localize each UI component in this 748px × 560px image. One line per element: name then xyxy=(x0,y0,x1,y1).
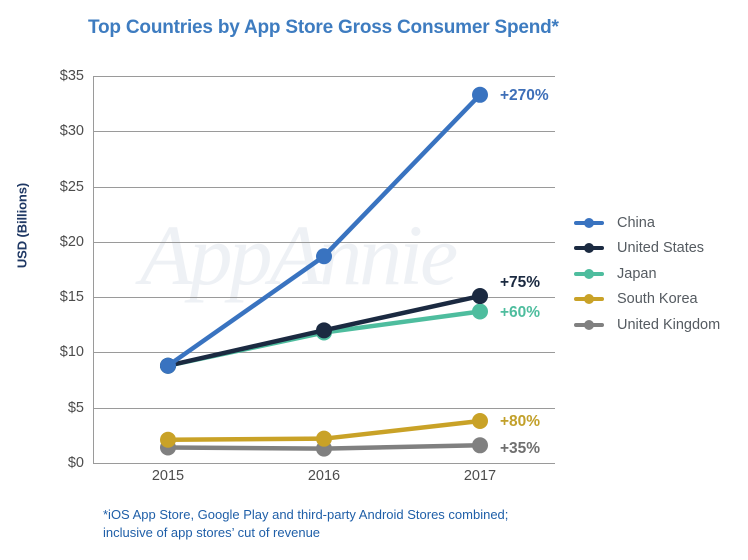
data-point xyxy=(160,431,176,448)
legend-swatch-icon xyxy=(574,289,604,309)
legend-item-japan[interactable]: Japan xyxy=(574,261,744,287)
y-tick-label: $20 xyxy=(59,233,84,250)
plot-area xyxy=(93,76,555,464)
x-tick-label: 2017 xyxy=(463,468,497,484)
data-point xyxy=(472,303,488,320)
footnote-line-2: inclusive of app stores’ cut of revenue xyxy=(103,525,321,541)
x-axis-tick-labels: 2015 2016 2017 xyxy=(93,468,555,492)
y-axis-tick-labels: $0 $5 $10 $15 $20 $25 $30 $35 xyxy=(0,68,84,471)
y-tick-label: $15 xyxy=(59,289,84,306)
data-point xyxy=(316,248,332,265)
data-point xyxy=(316,430,332,447)
legend-item-united-kingdom[interactable]: United Kingdom xyxy=(574,312,744,338)
y-tick-label: $10 xyxy=(59,344,84,361)
y-tick-label: $30 xyxy=(59,123,84,140)
y-tick-label: $5 xyxy=(67,399,84,416)
footnote-line-1: *iOS App Store, Google Play and third-pa… xyxy=(103,507,509,522)
legend-label: United Kingdom xyxy=(617,316,721,333)
legend-label: United States xyxy=(617,240,705,257)
legend-item-south-korea[interactable]: South Korea xyxy=(574,287,744,313)
legend-label: South Korea xyxy=(617,291,698,308)
data-point xyxy=(472,437,488,454)
legend-swatch-icon xyxy=(574,264,604,284)
chart-title: Top Countries by App Store Gross Consume… xyxy=(88,17,559,38)
legend-label: Japan xyxy=(617,265,657,282)
data-point xyxy=(472,412,488,429)
y-tick-label: $0 xyxy=(67,455,84,471)
series-plot xyxy=(160,86,488,457)
legend-swatch-icon xyxy=(574,315,604,335)
chart-legend: China United States Japan South Korea United… xyxy=(574,210,744,338)
legend-swatch-icon xyxy=(574,238,604,258)
data-point xyxy=(472,86,488,103)
legend-item-china[interactable]: China xyxy=(574,210,744,236)
data-point xyxy=(160,357,176,374)
gridline xyxy=(93,463,555,464)
x-tick-label: 2016 xyxy=(307,468,341,484)
legend-item-united-states[interactable]: United States xyxy=(574,236,744,262)
data-point xyxy=(316,322,332,339)
x-tick-label: 2015 xyxy=(151,468,185,484)
y-tick-label: $25 xyxy=(59,178,84,195)
data-point xyxy=(472,288,488,305)
legend-label: China xyxy=(617,214,655,231)
legend-swatch-icon xyxy=(574,213,604,233)
y-tick-label: $35 xyxy=(59,68,84,84)
footnote: *iOS App Store, Google Play and third-pa… xyxy=(103,506,508,543)
